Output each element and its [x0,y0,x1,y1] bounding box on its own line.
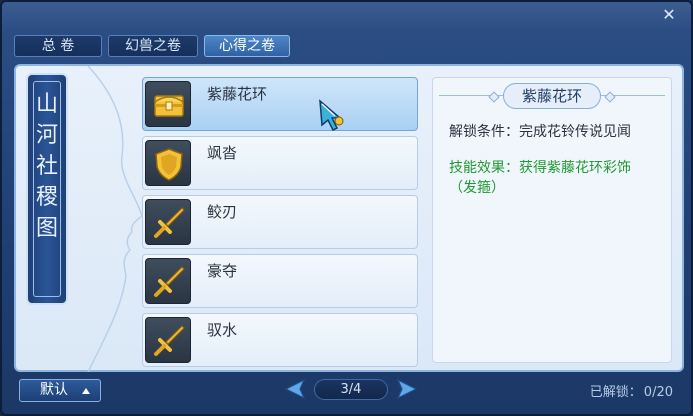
item-name: 飒沓 [207,144,238,162]
item-name: 豪夺 [207,262,238,280]
scroll-banner: 山 河 社 稷 图 [26,73,68,305]
scroll-char: 图 [35,216,58,241]
list-item[interactable]: 豪夺 [142,254,418,308]
scroll-char: 山 [35,92,58,117]
unlock-value: 完成花铃传说见闻 [519,124,631,140]
sword-icon [145,317,191,363]
list-item[interactable]: 飒沓 [142,136,418,190]
sword-icon [145,199,191,245]
skill-list: 紫藤花环 飒沓 鲛刃 豪夺 驭水 [142,77,418,372]
next-page-arrow-icon[interactable] [394,378,418,400]
sort-default-label: 默认 [40,382,68,398]
unlocked-value: 0/20 [643,385,673,400]
unlock-label: 解锁条件： [449,124,519,140]
page-indicator: 3/4 [314,379,388,400]
shield-icon [145,140,191,186]
close-icon[interactable]: ✕ [661,7,677,23]
tab-bar: 总 卷 幻兽之卷 心得之卷 [14,35,290,57]
item-name: 紫藤花环 [207,85,268,103]
list-item[interactable]: 紫藤花环 [142,77,418,131]
detail-title: 紫藤花环 [502,83,602,109]
item-name: 鲛刃 [207,203,238,221]
codex-window: ✕ 总 卷 幻兽之卷 心得之卷 山 河 社 稷 图 紫藤花环 飒沓 鲛刃 豪夺 … [0,0,693,416]
unlock-condition: 解锁条件：完成花铃传说见闻 [449,122,661,142]
detail-panel: 紫藤花环 解锁条件：完成花铃传说见闻 技能效果：获得紫藤花环彩饰（发箍） [432,77,672,363]
tab-beasts[interactable]: 幻兽之卷 [108,35,198,57]
footer-bar: 默认 3/4 已解锁： 0/20 [2,374,691,414]
cursor-icon [319,99,344,132]
sword-icon [145,258,191,304]
scroll-char: 河 [35,123,58,148]
sort-default-button[interactable]: 默认 [19,379,101,402]
list-item[interactable]: 驭水 [142,313,418,367]
prev-page-arrow-icon[interactable] [284,378,308,400]
tab-insights[interactable]: 心得之卷 [204,35,290,57]
unlocked-label: 已解锁： [589,385,642,400]
list-item[interactable]: 鲛刃 [142,195,418,249]
caret-up-icon [82,388,90,394]
scroll-char: 稷 [35,185,58,210]
scroll-char: 社 [35,154,58,179]
unlocked-count: 已解锁： 0/20 [588,381,673,400]
skill-effect: 技能效果：获得紫藤花环彩饰（发箍） [449,160,631,196]
item-name: 驭水 [207,321,238,339]
treasure-chest-icon [145,81,191,127]
face-silhouette-decoration [87,66,143,372]
tab-overview[interactable]: 总 卷 [14,35,102,57]
